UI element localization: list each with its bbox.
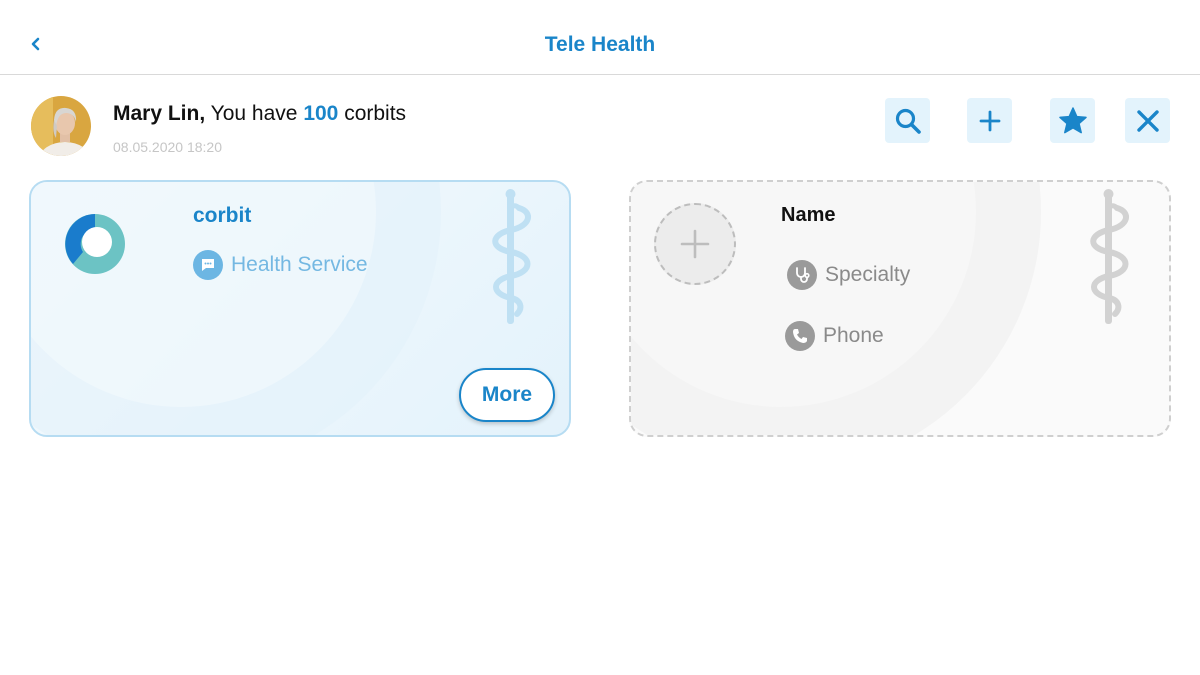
user-summary: Mary Lin, You have 100 corbits 08.05.202… [0,96,1200,160]
plus-icon [680,229,710,259]
chat-icon [193,250,223,280]
timestamp: 08.05.2020 18:20 [113,139,222,155]
greeting-prefix: You have [210,102,298,125]
service-card[interactable]: corbit Health Service More [29,180,571,437]
search-icon [895,108,921,134]
add-photo-button[interactable] [654,203,736,285]
avatar[interactable] [31,96,91,156]
service-label: Health Service [231,253,368,276]
service-type: Health Service [193,250,368,280]
caduceus-icon [1090,189,1129,324]
corbit-logo-icon [65,214,125,274]
star-icon [1058,106,1087,133]
search-button[interactable] [885,98,930,143]
phone-field[interactable]: Phone [785,321,884,351]
favorite-button[interactable] [1050,98,1095,143]
stethoscope-icon [787,260,817,290]
more-button[interactable]: More [459,368,555,422]
close-button[interactable] [1125,98,1170,143]
greeting-text: Mary Lin, You have 100 corbits [113,102,406,126]
phone-icon [785,321,815,351]
close-icon [1136,109,1159,132]
name-field[interactable]: Name [781,204,835,227]
corbit-unit: corbits [344,102,407,125]
user-photo [31,96,91,156]
caduceus-icon [492,189,531,324]
phone-label: Phone [823,324,884,347]
add-button[interactable] [967,98,1012,143]
corbit-count: 100 [303,102,339,125]
add-contact-card[interactable]: Name Specialty Phone [629,180,1171,437]
corbit-logo [63,212,127,276]
specialty-field[interactable]: Specialty [787,260,910,290]
plus-icon [979,110,1000,131]
user-name: Mary Lin, [113,102,206,125]
service-title: corbit [193,204,252,227]
top-bar: Tele Health [0,0,1200,75]
specialty-label: Specialty [825,263,911,286]
page-title: Tele Health [544,33,656,56]
